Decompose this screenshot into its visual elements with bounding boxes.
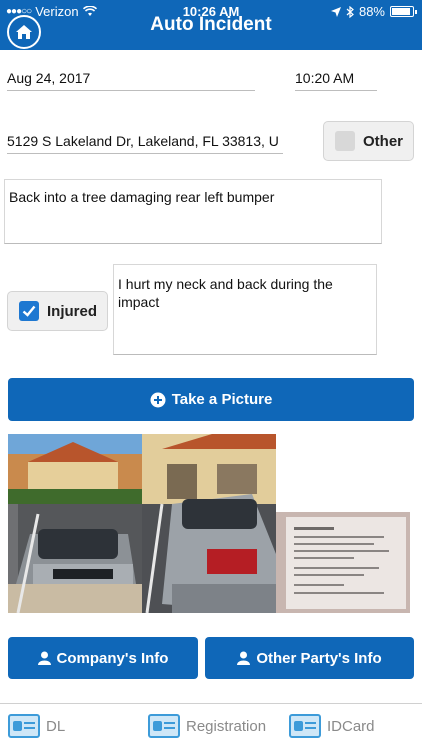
home-icon — [16, 25, 32, 39]
tab-idcard[interactable]: IDCard — [289, 714, 375, 738]
document-photo[interactable] — [276, 512, 410, 613]
person-icon — [37, 651, 51, 665]
injury-notes-textarea[interactable]: I hurt my neck and back during the impac… — [113, 264, 377, 355]
car-front-photo[interactable] — [8, 434, 142, 613]
address-field[interactable]: 5129 S Lakeland Dr, Lakeland, FL 33813, … — [7, 133, 283, 154]
page-title: Auto Incident — [150, 14, 272, 35]
checkbox-checked-icon — [19, 301, 39, 321]
id-card-icon — [8, 714, 40, 738]
document-image — [276, 512, 410, 613]
header-bar: ●●●○○ Verizon 10:26 AM 88% Auto Incident — [0, 0, 422, 50]
tab-dl[interactable]: DL — [8, 714, 65, 738]
tab-registration[interactable]: Registration — [148, 714, 266, 738]
time-field[interactable]: 10:20 AM — [295, 70, 377, 91]
tab-dl-label: DL — [46, 717, 66, 735]
auto-incident-screen: ●●●○○ Verizon 10:26 AM 88% Auto Incident… — [0, 0, 422, 750]
id-card-icon — [289, 714, 321, 738]
id-card-icon — [148, 714, 180, 738]
other-party-info-button[interactable]: Other Party's Info — [205, 637, 414, 679]
take-picture-label: Take a Picture — [171, 391, 273, 408]
camera-plus-icon — [150, 392, 166, 407]
tab-registration-label: Registration — [186, 717, 267, 735]
other-checkbox[interactable]: Other — [323, 121, 414, 161]
car-front-image — [8, 434, 142, 613]
date-field[interactable]: Aug 24, 2017 — [7, 70, 255, 91]
bottom-tab-bar: DL Registration IDCard — [0, 703, 422, 750]
other-party-info-label: Other Party's Info — [256, 649, 382, 667]
company-info-label: Company's Info — [56, 649, 169, 667]
description-textarea[interactable]: Back into a tree damaging rear left bump… — [4, 179, 382, 244]
injured-checkbox[interactable]: Injured — [7, 291, 108, 331]
other-label: Other — [363, 132, 404, 150]
injured-label: Injured — [47, 302, 98, 320]
car-rear-image — [142, 434, 276, 613]
checkmark-icon — [22, 305, 36, 317]
home-button[interactable] — [7, 15, 41, 49]
tab-idcard-label: IDCard — [327, 717, 375, 735]
person-icon — [237, 651, 251, 665]
company-info-button[interactable]: Company's Info — [8, 637, 198, 679]
checkbox-unchecked-icon — [335, 131, 355, 151]
take-picture-button[interactable]: Take a Picture — [8, 378, 414, 421]
car-rear-photo[interactable] — [142, 434, 276, 613]
